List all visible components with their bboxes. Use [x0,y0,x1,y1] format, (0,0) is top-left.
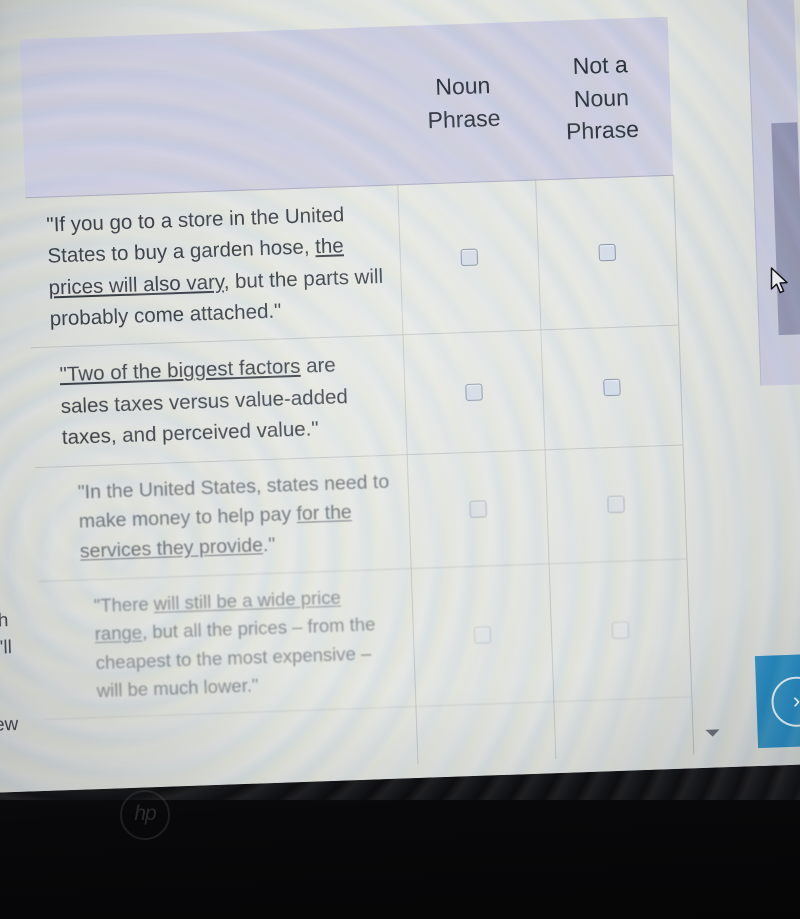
header-noun-phrase-label: Noun Phrase [422,69,505,137]
checkbox-noun-phrase[interactable] [460,248,478,267]
statement-text-underlined: "Two of the biggest factors [59,355,301,387]
cell-not-noun-phrase[interactable] [542,377,681,399]
left-edge-fragment: r new [0,713,19,737]
cell-noun-phrase[interactable] [413,624,552,646]
statement-text: "In the United States, states need to ma… [35,455,411,581]
checkbox-not-noun-phrase[interactable] [606,495,625,513]
cell-not-noun-phrase[interactable] [537,242,676,264]
checkbox-noun-phrase[interactable] [468,500,487,518]
left-edge-fragment: such [0,610,9,633]
table-row: "If you go to a store in the United Stat… [25,175,679,349]
header-not-noun-phrase-label: Not a Noun Phrase [559,48,643,149]
table-row: "There will still be a wide price range,… [38,559,692,721]
cell-noun-phrase[interactable] [400,247,539,269]
header-noun-phrase-line1: Noun [434,72,491,101]
checkbox-noun-phrase[interactable] [464,383,483,402]
cell-not-noun-phrase[interactable] [546,493,685,515]
cell-noun-phrase[interactable] [408,498,547,520]
statement-text: "If you go to a store in the United Stat… [25,185,402,347]
header-noun-phrase-line2: Phrase [427,104,501,134]
left-edge-fragment: you'll [0,637,13,660]
table-header-row: Noun Phrase Not a Noun Phrase [19,16,674,199]
header-not-noun-phrase-line3: Phrase [565,116,640,145]
laptop-screen-photo: hp Ifofbeore'llsuchyou'llntour new Noun … [0,0,800,919]
header-cell-not-noun-phrase: Not a Noun Phrase [530,17,673,180]
header-not-noun-phrase-line1: Not a [572,51,629,80]
header-cell-statement [20,26,397,197]
mouse-cursor-icon [770,267,788,294]
checkbox-not-noun-phrase[interactable] [597,243,616,262]
screen-content: Ifofbeore'llsuchyou'llntour new Noun Phr… [0,0,800,794]
checkbox-not-noun-phrase[interactable] [611,621,629,640]
checkbox-not-noun-phrase[interactable] [602,378,621,397]
classification-table: Noun Phrase Not a Noun Phrase "If you go… [19,16,695,764]
statement-text-after: ." [262,533,276,557]
statement-text-before: "If you go to a store in the United Stat… [46,203,345,268]
hp-logo: hp [120,790,170,840]
header-cell-noun-phrase: Noun Phrase [392,22,535,185]
table-row: "Two of the biggest factors are sales ta… [30,326,683,468]
statement-text: "There will still be a wide price range,… [39,569,416,719]
statement-text-before: "There [93,593,155,617]
header-not-noun-phrase-line2: Noun [573,83,630,112]
table-row: "In the United States, states need to ma… [34,445,687,583]
cell-noun-phrase[interactable] [404,381,543,403]
statement-text: "Two of the biggest factors are sales ta… [31,336,407,467]
checkbox-noun-phrase[interactable] [473,626,491,645]
cell-not-noun-phrase[interactable] [551,620,690,642]
scroll-down-arrow-icon[interactable] [705,729,720,737]
